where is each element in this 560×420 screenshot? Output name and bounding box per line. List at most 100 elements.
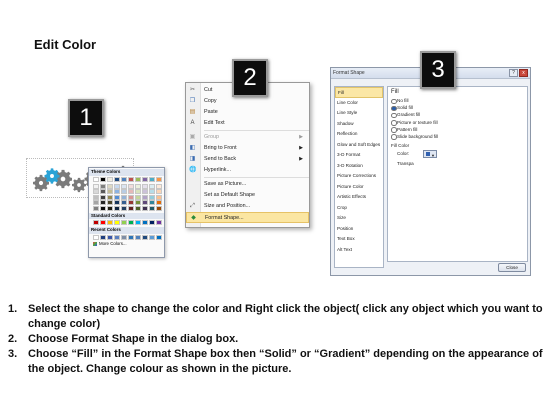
theme-shade-swatch[interactable] (128, 183, 134, 189)
standard-color-swatch[interactable] (149, 220, 155, 226)
theme-shade-swatch[interactable] (107, 189, 113, 195)
theme-shade-swatch[interactable] (142, 200, 148, 206)
theme-shade-swatch[interactable] (156, 205, 162, 211)
theme-shade-swatch[interactable] (100, 205, 106, 211)
theme-shade-swatch[interactable] (135, 189, 141, 195)
theme-shade-swatch[interactable] (100, 183, 106, 189)
theme-color-swatch[interactable] (100, 176, 106, 182)
fill-option-radio[interactable]: Picture or texture fill (391, 119, 527, 126)
menu-item-group[interactable]: ▣ Group ▶ (186, 132, 309, 143)
theme-shade-swatch[interactable] (128, 194, 134, 200)
theme-shade-swatch[interactable] (114, 205, 120, 211)
theme-color-swatch[interactable] (135, 176, 141, 182)
theme-color-swatch[interactable] (114, 176, 120, 182)
dialog-nav-item[interactable]: Fill (335, 87, 383, 98)
theme-shade-swatch[interactable] (128, 189, 134, 195)
theme-shade-swatch[interactable] (142, 189, 148, 195)
dialog-nav-item[interactable]: Size (335, 213, 383, 224)
recent-color-swatch[interactable] (156, 234, 162, 240)
theme-shade-swatch[interactable] (114, 200, 120, 206)
recent-color-swatch[interactable] (135, 234, 141, 240)
theme-shade-swatch[interactable] (93, 189, 99, 195)
dialog-nav-item[interactable]: Position (335, 224, 383, 235)
theme-shade-swatch[interactable] (156, 183, 162, 189)
help-button[interactable]: ? (509, 69, 518, 77)
recent-color-swatch[interactable] (149, 234, 155, 240)
theme-shade-swatch[interactable] (121, 194, 127, 200)
theme-shade-swatch[interactable] (93, 200, 99, 206)
fill-option-radio[interactable]: No fill (391, 97, 527, 105)
theme-color-swatch[interactable] (142, 176, 148, 182)
dialog-nav-item[interactable]: Line Color (335, 98, 383, 109)
theme-color-swatch[interactable] (128, 176, 134, 182)
dialog-nav-item[interactable]: Crop (335, 203, 383, 214)
standard-color-swatch[interactable] (107, 220, 113, 226)
fill-option-radio[interactable]: Slide background fill (391, 133, 527, 141)
theme-shade-swatch[interactable] (114, 189, 120, 195)
theme-shade-swatch[interactable] (156, 200, 162, 206)
theme-shade-swatch[interactable] (93, 194, 99, 200)
theme-shade-swatch[interactable] (121, 200, 127, 206)
theme-color-swatch[interactable] (156, 176, 162, 182)
theme-shade-swatch[interactable] (121, 183, 127, 189)
dialog-nav-item[interactable]: Alt Text (335, 245, 383, 256)
theme-shade-swatch[interactable] (135, 194, 141, 200)
theme-shade-swatch[interactable] (121, 205, 127, 211)
theme-shade-swatch[interactable] (149, 194, 155, 200)
menu-item-format-shape[interactable]: ◆ Format Shape... (186, 212, 309, 223)
more-colors-link[interactable]: More Colors... (91, 241, 162, 247)
dialog-nav-item[interactable]: Text Box (335, 234, 383, 245)
theme-shade-swatch[interactable] (107, 194, 113, 200)
recent-color-swatch[interactable] (100, 234, 106, 240)
theme-shade-swatch[interactable] (128, 200, 134, 206)
theme-shade-swatch[interactable] (149, 205, 155, 211)
theme-shade-swatch[interactable] (114, 194, 120, 200)
theme-shade-swatch[interactable] (128, 205, 134, 211)
theme-color-swatch[interactable] (121, 176, 127, 182)
theme-shade-swatch[interactable] (114, 183, 120, 189)
menu-item-copy[interactable]: ❐ Copy (186, 96, 309, 107)
recent-color-swatch[interactable] (128, 234, 134, 240)
dialog-nav-item[interactable]: Picture Color (335, 182, 383, 193)
dialog-nav-item[interactable]: Line Style (335, 108, 383, 119)
fill-option-radio[interactable]: Solid fill (391, 104, 527, 112)
standard-color-swatch[interactable] (135, 220, 141, 226)
theme-shade-swatch[interactable] (107, 183, 113, 189)
dialog-nav-item[interactable]: Shadow (335, 119, 383, 130)
dialog-nav-item[interactable]: Picture Corrections (335, 171, 383, 182)
menu-item-hyperlink[interactable]: 🌐 Hyperlink... (186, 165, 309, 176)
recent-color-swatch[interactable] (114, 234, 120, 240)
theme-shade-swatch[interactable] (156, 194, 162, 200)
theme-shade-swatch[interactable] (149, 189, 155, 195)
menu-item-paste[interactable]: ▤ Paste (186, 107, 309, 118)
theme-shade-swatch[interactable] (100, 189, 106, 195)
dialog-nav-item[interactable]: 3-D Format (335, 150, 383, 161)
dialog-nav-item[interactable]: 3-D Rotation (335, 161, 383, 172)
standard-color-swatch[interactable] (142, 220, 148, 226)
theme-shade-swatch[interactable] (107, 200, 113, 206)
standard-color-swatch[interactable] (114, 220, 120, 226)
menu-item-edit-text[interactable]: A Edit Text (186, 118, 309, 129)
dialog-nav-item[interactable]: Artistic Effects (335, 192, 383, 203)
close-window-button[interactable]: x (519, 69, 528, 77)
theme-shade-swatch[interactable] (142, 205, 148, 211)
theme-shade-swatch[interactable] (100, 200, 106, 206)
menu-item-size-position[interactable]: ⤢ Size and Position... (186, 201, 309, 212)
theme-shade-swatch[interactable] (149, 183, 155, 189)
fill-option-radio[interactable]: Gradient fill (391, 111, 527, 119)
recent-color-swatch[interactable] (121, 234, 127, 240)
theme-shade-swatch[interactable] (121, 189, 127, 195)
theme-shade-swatch[interactable] (142, 183, 148, 189)
standard-color-swatch[interactable] (100, 220, 106, 226)
standard-color-swatch[interactable] (128, 220, 134, 226)
menu-item-send-to-back[interactable]: ◨ Send to Back ▶ (186, 154, 309, 165)
recent-color-swatch[interactable] (142, 234, 148, 240)
menu-item-bring-to-front[interactable]: ◧ Bring to Front ▶ (186, 143, 309, 154)
theme-shade-swatch[interactable] (135, 205, 141, 211)
theme-shade-swatch[interactable] (142, 194, 148, 200)
theme-color-swatch[interactable] (107, 176, 113, 182)
recent-color-swatch[interactable] (93, 234, 99, 240)
theme-shade-swatch[interactable] (100, 194, 106, 200)
standard-color-swatch[interactable] (121, 220, 127, 226)
theme-shade-swatch[interactable] (93, 183, 99, 189)
